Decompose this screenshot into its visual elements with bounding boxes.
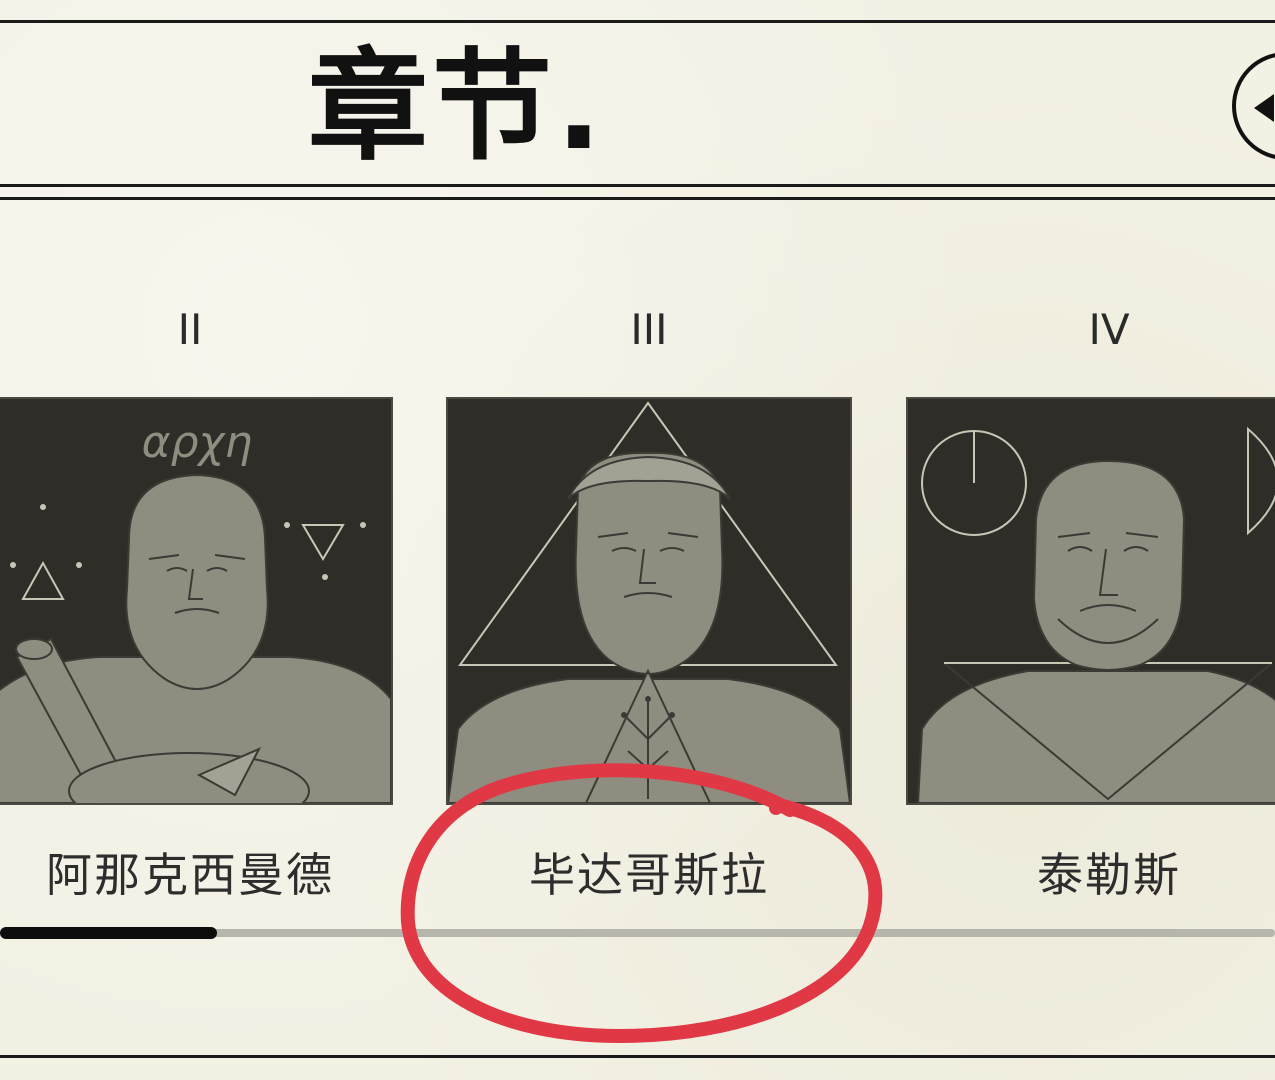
chapter-numeral: III: [630, 305, 668, 354]
portrait-pythagoras[interactable]: [446, 397, 852, 805]
symbol-text: αρχη: [142, 417, 253, 468]
header-divider-bottom: [0, 197, 1275, 200]
page-title: 章节.: [308, 38, 606, 177]
pythagoras-illustration: [448, 401, 850, 803]
portrait-thales[interactable]: [906, 397, 1275, 805]
chapter-numeral: II: [177, 305, 203, 354]
thales-illustration: [916, 426, 1275, 803]
chapter-name: 阿那克西曼德: [46, 848, 334, 902]
portrait-anaximander[interactable]: αρχη: [0, 397, 393, 805]
header-divider-top: [0, 184, 1275, 187]
back-arrow-icon: [1254, 94, 1274, 122]
anaximander-illustration: αρχη: [0, 417, 391, 803]
chapter-numeral: IV: [1088, 305, 1130, 354]
back-button[interactable]: [1232, 52, 1275, 160]
chapter-name: 泰勒斯: [1037, 848, 1181, 902]
chapter-select-screen: 章节. II αρχη 阿那克西曼德 III 毕达哥斯拉 IV 泰勒斯: [0, 0, 1275, 1080]
scroll-thumb[interactable]: [0, 927, 217, 939]
top-divider: [0, 20, 1275, 23]
bottom-divider: [0, 1055, 1275, 1058]
chapter-name: 毕达哥斯拉: [529, 848, 769, 902]
